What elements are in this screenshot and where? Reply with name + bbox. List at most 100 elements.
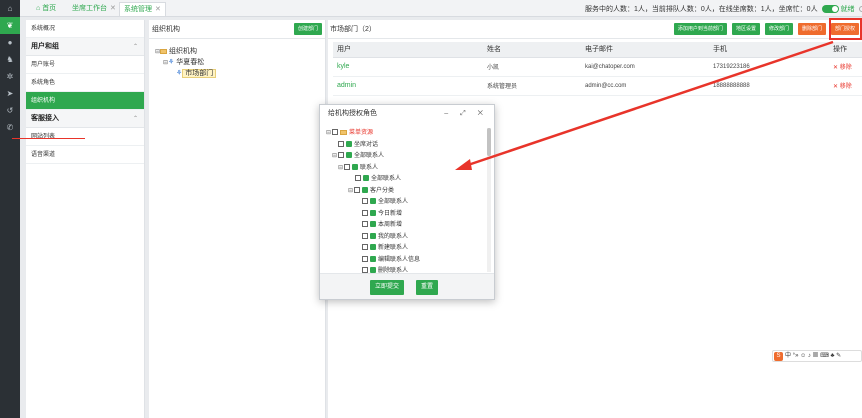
collapse-icon[interactable]: ⊟ <box>332 153 337 159</box>
user-phone: 17319223186 <box>709 57 829 77</box>
permission-tree: ⊟ 菜单资源 坐席对话 ⊟ 全部联系人 ⊟ 联系人 全部联系人 ⊟ 客户分类 全部联系人 今日新增 本周… <box>322 124 494 275</box>
permission-node[interactable]: 本周新增 <box>362 220 402 230</box>
submenu-item-label: 网站列表 <box>31 134 56 140</box>
submenu-group-header[interactable]: 用户和组 ⌃ <box>26 38 144 56</box>
submenu-item-label: 系统角色 <box>31 80 56 86</box>
ime-logo-icon: S <box>774 352 783 361</box>
phone-icon[interactable]: ✆ <box>0 119 20 136</box>
edit-dept-button[interactable]: 修改部门 <box>764 23 793 35</box>
submenu-item[interactable]: 系统概况 <box>26 20 144 38</box>
tree-dept-label: 市场部门 <box>182 69 217 78</box>
column-header: 用户 <box>333 42 483 58</box>
tree-node-company[interactable]: ⊟⚘ 华夏春松 <box>163 57 204 67</box>
checkbox[interactable] <box>338 140 344 147</box>
region-settings-button[interactable]: 地区设置 <box>731 23 760 35</box>
chevron-up-icon[interactable]: ⌃ <box>133 38 138 56</box>
checkbox[interactable] <box>355 175 361 182</box>
tree-node-root[interactable]: ⊟ 组织机构 <box>155 46 197 56</box>
tab-system-label: 系统管理 <box>124 6 152 13</box>
permission-node[interactable]: ⊟ 联系人 <box>338 163 378 173</box>
ime-toolbar[interactable]: S中 °» ☺ ♪ ▦ ⌨ ♣ ✎ <box>772 350 862 362</box>
create-dept-button[interactable]: 创建部门 <box>293 23 322 35</box>
permission-node[interactable]: ⊟ 客户分类 <box>348 186 394 196</box>
submenu-item-label: 客服接入 <box>31 115 59 122</box>
ime-tools[interactable]: 中 °» ☺ ♪ ▦ ⌨ ♣ ✎ <box>785 353 841 359</box>
submenu-item[interactable]: 网站列表 <box>26 128 144 146</box>
reset-button[interactable]: 重置 <box>416 280 439 295</box>
tab-home[interactable]: ⌂ 首页 <box>32 2 60 16</box>
checkbox[interactable] <box>362 232 368 239</box>
user-link[interactable]: kyle <box>333 57 483 77</box>
scrollbar-thumb[interactable] <box>487 128 491 156</box>
user-link[interactable]: admin <box>333 76 483 96</box>
submenu-item-label: 语音渠道 <box>31 152 56 158</box>
menu-resource-icon <box>370 221 376 228</box>
checkbox[interactable] <box>354 186 361 193</box>
submenu-item-label: 用户账号 <box>31 62 56 68</box>
send-icon[interactable]: ➤ <box>0 85 20 102</box>
submit-button[interactable]: 立即提交 <box>370 280 405 295</box>
close-icon[interactable]: ✕ <box>155 6 161 13</box>
tab-system[interactable]: 系统管理 ✕ <box>119 2 166 16</box>
checkbox[interactable] <box>338 152 345 159</box>
checkbox[interactable] <box>332 129 339 136</box>
tab-workbench[interactable]: 坐席工作台 ✕ <box>68 2 120 16</box>
dialog-footer: 立即提交 重置 <box>320 273 494 299</box>
user-icon[interactable]: ● <box>0 34 20 51</box>
permission-node[interactable]: ⊟ 全部联系人 <box>332 151 384 161</box>
ready-toggle[interactable] <box>821 5 839 14</box>
permission-node[interactable]: 新建联系人 <box>362 243 408 253</box>
org-icon[interactable]: ♞ <box>0 51 20 68</box>
home-icon[interactable]: ⌂ <box>0 0 20 17</box>
checkbox[interactable] <box>362 244 368 251</box>
submenu-item[interactable]: 语音渠道 <box>26 146 144 164</box>
remove-button[interactable]: ✕ 移除 <box>829 76 862 96</box>
permission-node[interactable]: 编辑联系人信息 <box>362 255 420 265</box>
tree-scrollbar[interactable] <box>487 128 491 272</box>
submenu-item-label: 用户和组 <box>31 43 59 50</box>
permission-node-label: 新建联系人 <box>378 245 409 251</box>
permission-node[interactable]: 坐席对话 <box>338 140 378 150</box>
gear-icon[interactable]: ✲ <box>0 68 20 85</box>
folder-icon <box>340 129 348 135</box>
tree-node-dept[interactable]: ⚘ 市场部门 <box>176 68 217 78</box>
checkbox[interactable] <box>362 221 368 228</box>
permission-node-label: 编辑联系人信息 <box>378 256 421 263</box>
add-user-to-dept-button[interactable]: 添加用户到当前部门 <box>673 23 727 35</box>
permission-node[interactable]: 全部联系人 <box>362 197 408 207</box>
close-icon[interactable]: ✕ <box>110 5 116 12</box>
chevron-up-icon[interactable]: ⌃ <box>133 110 138 128</box>
tab-workbench-label: 坐席工作台 <box>72 5 107 12</box>
collapse-icon[interactable]: ⊟ <box>326 130 331 136</box>
leaf-icon[interactable]: ❦ <box>0 17 20 34</box>
checkbox[interactable] <box>362 255 368 262</box>
dialog-window-controls[interactable]: – ⤢ ✕ <box>444 105 488 122</box>
submenu-item[interactable]: 组织机构 <box>26 92 144 110</box>
menu-resource-icon <box>346 152 353 159</box>
submenu-item[interactable]: 用户账号 <box>26 56 144 74</box>
checkbox[interactable] <box>362 198 368 205</box>
submenu-group-header[interactable]: 客服接入 ⌃ <box>26 110 144 128</box>
remove-button[interactable]: ✕ 移除 <box>829 57 862 77</box>
top-bar: ⌂ 首页 坐席工作台 ✕ 系统管理 ✕ 服务中的人数：1人，当前排队人数：0人，在线… <box>20 0 862 17</box>
table-row: admin 系统管理员 admin@cc.com 18888888888 ✕ 移除 <box>333 76 862 96</box>
system-submenu: 系统概况用户和组 ⌃ 用户账号系统角色组织机构客服接入 ⌃ 网站列表语音渠道 <box>26 20 145 418</box>
permission-node[interactable]: 全部联系人 <box>355 174 401 184</box>
menu-resource-icon <box>362 186 369 193</box>
permission-node[interactable]: 我的联系人 <box>362 232 408 242</box>
checkbox[interactable] <box>362 209 368 216</box>
menu-resource-icon <box>346 140 352 147</box>
permission-node[interactable]: 今日新增 <box>362 209 402 219</box>
collapse-icon[interactable]: ⊟ <box>348 188 353 194</box>
left-rail: ⌂ ❦ ● ♞ ✲ ➤ ↺ ✆ <box>0 0 20 418</box>
history-icon[interactable]: ↺ <box>0 102 20 119</box>
submenu-item[interactable]: 系统角色 <box>26 74 144 92</box>
authorize-role-dialog: 给机构授权角色 – ⤢ ✕ ⊟ 菜单资源 坐席对话 ⊟ 全部联系人 ⊟ 联系人 全部联系人 ⊟ 客… <box>319 104 495 300</box>
column-header: 姓名 <box>483 42 581 58</box>
tab-home-label: 首页 <box>42 5 57 12</box>
permission-node[interactable]: ⊟ 菜单资源 <box>326 128 373 138</box>
delete-dept-button[interactable]: 删除部门 <box>797 23 826 35</box>
collapse-icon[interactable]: ⊟ <box>338 165 343 171</box>
column-header: 操作 <box>829 42 862 58</box>
checkbox[interactable] <box>344 163 351 170</box>
